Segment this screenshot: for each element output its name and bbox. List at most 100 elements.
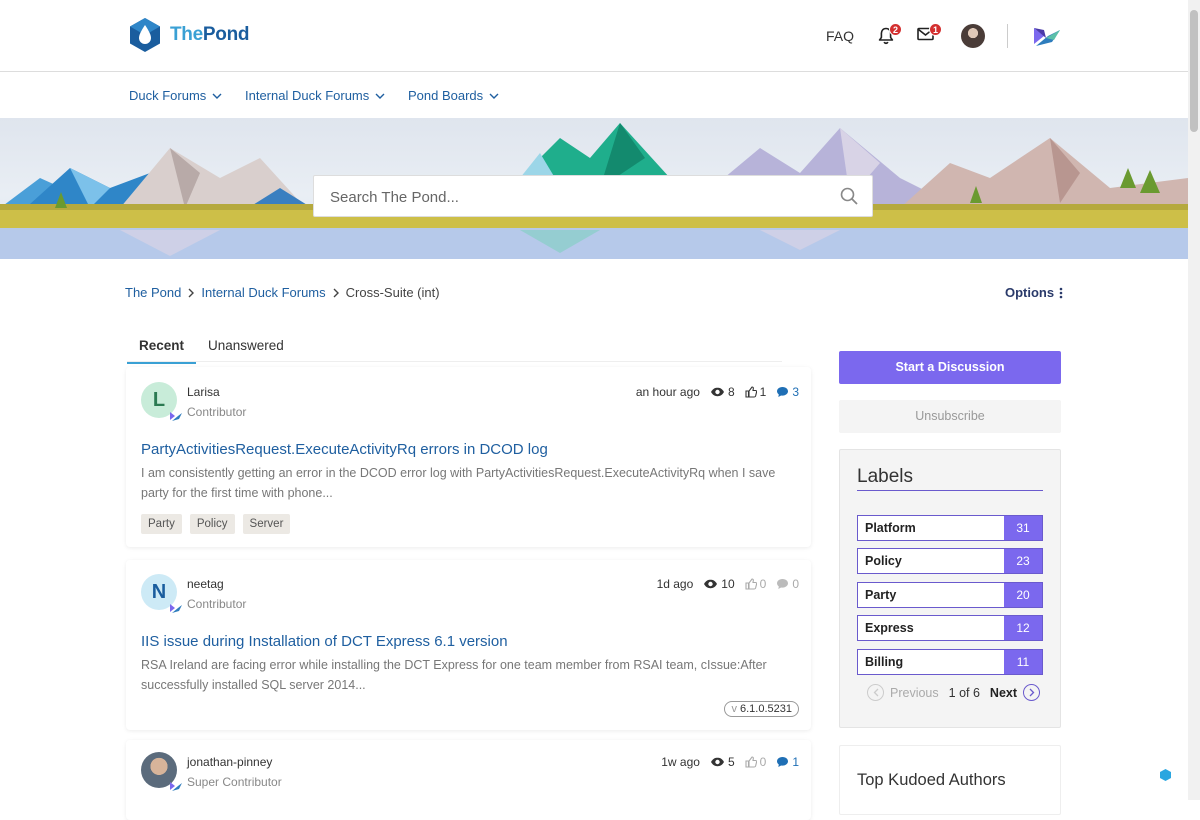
post-stats: 1w ago 5 0 1 (661, 755, 799, 769)
user-avatar[interactable] (961, 24, 985, 48)
options-menu[interactable]: Options (1005, 285, 1063, 300)
author-avatar[interactable]: N (141, 574, 182, 613)
notifications-badge: 2 (889, 23, 902, 36)
version-badge[interactable]: v 6.1.0.5231 (724, 701, 799, 717)
previous-label[interactable]: Previous (890, 686, 939, 700)
discussion-excerpt: RSA Ireland are facing error while insta… (141, 658, 767, 692)
label-platform[interactable]: Platform 31 (857, 515, 1043, 541)
avatar-initial: L (152, 389, 166, 411)
replies-stat[interactable]: 3 (776, 385, 799, 399)
eye-icon (710, 387, 724, 397)
label-count: 20 (1004, 583, 1042, 607)
chevron-down-icon (212, 93, 222, 99)
next-label[interactable]: Next (990, 686, 1017, 700)
scrollbar-thumb[interactable] (1190, 10, 1198, 132)
label-billing[interactable]: Billing 11 (857, 649, 1043, 675)
chevron-down-icon (375, 93, 385, 99)
breadcrumb-internal-duck-forums[interactable]: Internal Duck Forums (201, 285, 325, 300)
labels-pager: Previous 1 of 6 Next (867, 684, 1041, 701)
kudos-stat[interactable]: 1 (745, 385, 766, 399)
tag-server[interactable]: Server (242, 514, 291, 534)
replies-stat[interactable]: 0 (776, 577, 799, 591)
views-count: 8 (727, 385, 735, 399)
label-party[interactable]: Party 20 (857, 582, 1043, 608)
kudos-count: 0 (759, 577, 767, 591)
discussion-excerpt: I am consistently getting an error in th… (141, 466, 776, 500)
discussion-card: N neetag Contributor 1d ago 10 0 0 IIS i… (126, 560, 811, 730)
chevron-left-icon (873, 688, 878, 697)
discussion-title-link[interactable]: IIS issue during Installation of DCT Exp… (141, 633, 508, 650)
discussion-card: jonathan-pinney Super Contributor 1w ago… (126, 740, 811, 820)
post-time: an hour ago (635, 385, 700, 399)
views-count: 10 (721, 577, 735, 591)
messages-button[interactable]: 1 (917, 23, 942, 46)
replies-count: 3 (792, 385, 799, 399)
search-box[interactable]: Search The Pond... (313, 175, 873, 217)
thumbs-up-icon (745, 578, 757, 590)
top-kudoed-title: Top Kudoed Authors (857, 771, 1006, 789)
logo-text: ThePond (170, 24, 250, 45)
eye-icon (704, 579, 718, 589)
author-avatar[interactable] (141, 752, 182, 791)
label-express[interactable]: Express 12 (857, 615, 1043, 641)
replies-stat[interactable]: 1 (776, 755, 799, 769)
top-kudoed-authors-panel: Top Kudoed Authors (839, 745, 1061, 815)
labels-divider (857, 490, 1043, 491)
breadcrumb-the-pond[interactable]: The Pond (125, 285, 181, 300)
thumbs-up-icon (745, 756, 757, 768)
messages-badge: 1 (929, 23, 942, 36)
next-page-button[interactable] (1023, 684, 1041, 701)
page-indicator: 1 of 6 (948, 685, 980, 700)
post-stats: an hour ago 8 1 3 (636, 385, 799, 399)
faq-link[interactable]: FAQ (826, 28, 854, 44)
author-name[interactable]: jonathan-pinney (187, 755, 272, 769)
tag-policy[interactable]: Policy (189, 514, 235, 534)
breadcrumb-current: Cross-Suite (int) (345, 285, 440, 300)
the-pond-logo[interactable]: ThePond (129, 17, 249, 53)
notifications-button[interactable]: 2 (878, 23, 902, 50)
author-role: Contributor (187, 405, 247, 419)
header-divider (1007, 24, 1008, 48)
tag-party[interactable]: Party (141, 514, 182, 534)
search-icon[interactable] (840, 187, 858, 205)
labels-title: Labels (857, 466, 913, 487)
super-contributor-rank-icon (170, 782, 182, 791)
replies-count: 1 (792, 755, 799, 769)
comment-icon (777, 387, 789, 397)
version-number: 6.1.0.5231 (740, 703, 792, 715)
start-discussion-button[interactable]: Start a Discussion (839, 351, 1061, 384)
help-widget-icon[interactable] (1160, 768, 1171, 786)
author-avatar[interactable]: L (141, 382, 182, 421)
contributor-rank-icon (170, 604, 182, 613)
label-policy[interactable]: Policy 23 (857, 548, 1043, 574)
kudos-stat[interactable]: 0 (745, 577, 767, 591)
previous-page-button[interactable] (867, 684, 884, 701)
label-count: 11 (1004, 650, 1042, 674)
forum-nav: Duck Forums Internal Duck Forums Pond Bo… (0, 73, 1188, 118)
discussion-title-link[interactable]: PartyActivitiesRequest.ExecuteActivityRq… (141, 441, 548, 458)
nav-internal-duck-forums[interactable]: Internal Duck Forums (245, 88, 385, 103)
author-name[interactable]: Larisa (187, 385, 220, 399)
avatar-initial: N (151, 581, 167, 603)
nav-duck-forums[interactable]: Duck Forums (129, 88, 222, 103)
discussion-card: L Larisa Contributor an hour ago 8 1 3 P… (126, 367, 811, 547)
unsubscribe-button[interactable]: Unsubscribe (839, 400, 1061, 433)
nav-pond-boards[interactable]: Pond Boards (408, 88, 499, 103)
contributor-rank-icon (170, 412, 182, 421)
author-name[interactable]: neetag (187, 577, 224, 591)
hero-banner: Search The Pond... (0, 118, 1188, 259)
discussion-tags: Party Policy Server (141, 514, 291, 534)
kebab-icon (1059, 287, 1063, 298)
author-role: Contributor (187, 597, 247, 611)
duck-creek-logo-icon (1034, 28, 1060, 46)
labels-panel: Labels Platform 31 Policy 23 Party 20 Ex… (839, 449, 1061, 728)
brand-icon[interactable] (1032, 26, 1062, 53)
kudos-stat[interactable]: 0 (745, 755, 766, 769)
nav-label: Internal Duck Forums (245, 88, 370, 103)
views-stat: 8 (710, 385, 735, 399)
post-stats: 1d ago 10 0 0 (657, 577, 799, 591)
version-prefix: v (731, 703, 737, 715)
page-scrollbar[interactable] (1188, 0, 1200, 800)
tabs-divider (127, 361, 782, 362)
nav-label: Pond Boards (408, 88, 484, 103)
